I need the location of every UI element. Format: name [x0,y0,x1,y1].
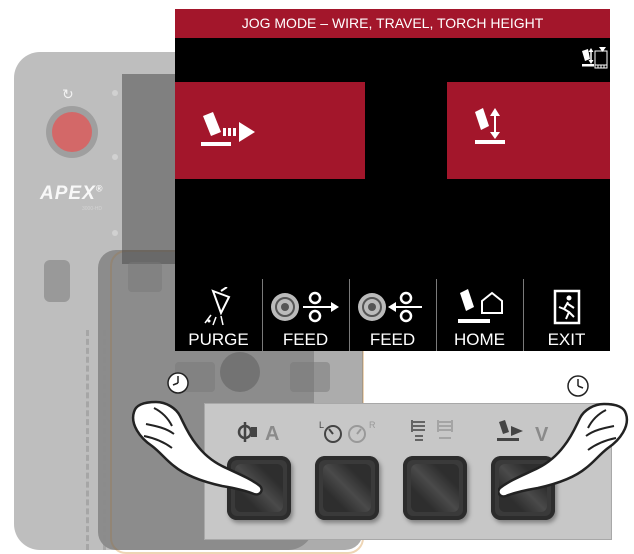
torch-height-scale-icon [580,45,608,75]
svg-text:R: R [369,420,376,430]
pendant-model-label: 3000-HD [82,206,103,212]
softkey-label: HOME [454,330,505,349]
pendant-key [290,362,330,392]
softkey-exit[interactable]: EXIT [523,279,610,351]
exit-door-icon [553,289,580,325]
left-pointing-hand-icon [126,394,266,509]
right-press-timer-icon [566,374,590,398]
svg-text:L: L [319,420,324,430]
screw-dot [112,154,118,160]
wire-jog-arrow-icon [201,112,255,146]
reset-rotate-icon: ↻ [62,86,74,102]
softkey-label: FEED [369,330,416,349]
softkey-purge[interactable]: PURGE [175,279,263,351]
feed-mode-icon [411,420,453,441]
softkey-feed-forward[interactable]: FEED [262,279,350,351]
torch-height-updown-icon [475,108,505,144]
panel-button-2[interactable] [315,456,379,520]
home-torch-icon [457,289,503,323]
softkey-feed-reverse[interactable]: FEED [349,279,437,351]
timer-left-right-icon: L R [319,420,376,443]
screw-dot [112,90,118,96]
gas-purge-icon [203,287,230,326]
screw-dot [112,230,118,236]
timer-legend: L R [313,418,383,446]
wire-feed-forward-icon [270,291,339,323]
softkey-home[interactable]: HOME [436,279,524,351]
pendant-knob [220,352,260,392]
softkey-bar: PURGE FEED FEED HOME EXIT [175,279,610,351]
cable-connector [44,260,70,302]
pendant-key [128,262,162,292]
softkey-label: EXIT [547,330,586,349]
feed-mode-legend [409,418,469,446]
panel-button-3[interactable] [403,456,467,520]
svg-text:A: A [265,423,279,445]
softkey-label: PURGE [188,330,249,349]
lanyard [86,330,106,550]
pendant-brand-logo: APEX® [40,183,104,204]
right-pointing-hand-icon [497,396,634,511]
softkey-label: FEED [282,330,329,349]
jog-mode-screen: JOG MODE – WIRE, TRAVEL, TORCH HEIGHT PU… [175,9,610,351]
wire-feed-reverse-icon [357,291,422,323]
estop-button[interactable] [52,112,92,152]
screen-title: JOG MODE – WIRE, TRAVEL, TORCH HEIGHT [175,9,610,38]
jog-torch-height-button[interactable] [447,82,610,179]
jog-wire-button[interactable] [175,82,365,179]
left-press-timer-icon [166,371,190,395]
pendant-side-panel [122,74,178,264]
